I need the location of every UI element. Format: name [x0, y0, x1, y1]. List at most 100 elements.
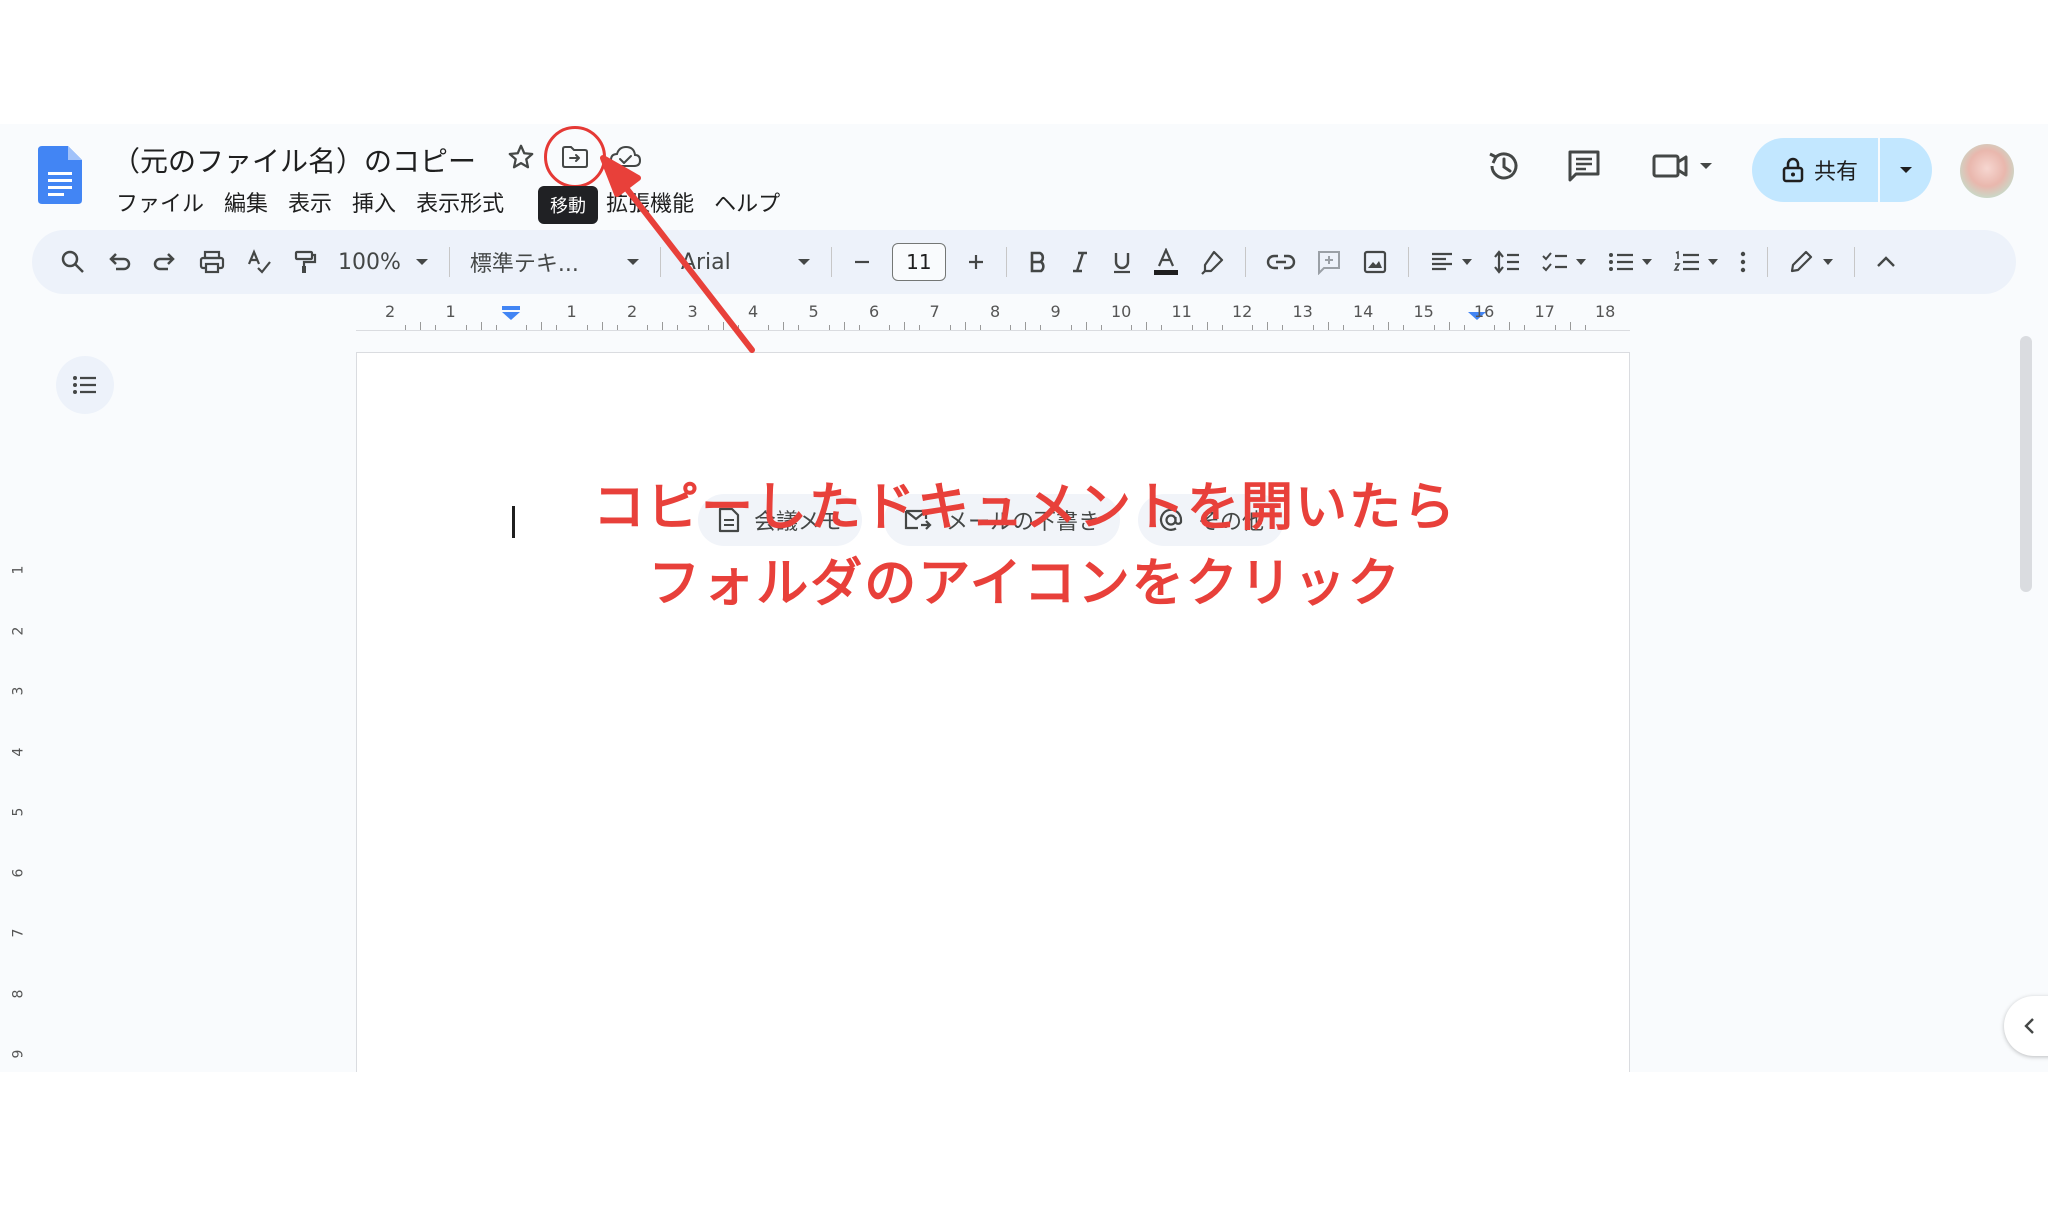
highlighter-icon — [1201, 250, 1224, 275]
line-spacing-button[interactable] — [1493, 249, 1521, 275]
ruler-tick — [1509, 322, 1511, 330]
ruler-tick — [798, 325, 800, 330]
spellcheck-button[interactable] — [246, 249, 272, 275]
zoom-select[interactable]: 100% — [338, 250, 429, 275]
chevron-down-icon — [1822, 259, 1833, 265]
document-title[interactable]: （元のファイル名）のコピー — [112, 140, 476, 180]
chevron-down-icon — [1461, 259, 1472, 265]
ruler-number: 7 — [929, 302, 940, 321]
ruler-tick — [904, 322, 906, 330]
toolbar-divider — [1407, 247, 1409, 277]
italic-button[interactable] — [1069, 250, 1091, 274]
font-size-input[interactable]: 11 — [891, 243, 946, 281]
bold-button[interactable] — [1027, 250, 1049, 274]
ruler-tick — [435, 325, 437, 330]
menu-view[interactable]: 表示 — [278, 182, 342, 222]
ruler-number: 11 — [1171, 302, 1192, 321]
print-button[interactable] — [198, 249, 226, 275]
checklist-select[interactable] — [1541, 250, 1587, 274]
undo-button[interactable] — [106, 249, 132, 275]
meet-icon[interactable] — [1648, 146, 1718, 186]
minus-icon — [854, 260, 869, 264]
search-menus-button[interactable] — [60, 249, 86, 275]
menu-edit[interactable]: 編集 — [214, 182, 278, 222]
insert-image-button[interactable] — [1362, 249, 1388, 275]
vertical-ruler-number: 9 — [10, 1049, 27, 1059]
chevron-down-icon — [1641, 259, 1652, 265]
share-button[interactable]: 共有 — [1752, 138, 1932, 202]
ruler-tick — [1433, 325, 1435, 330]
side-panel-toggle[interactable] — [2004, 996, 2048, 1056]
document-outline-button[interactable] — [56, 356, 114, 414]
ruler-tick — [964, 322, 966, 330]
share-main[interactable]: 共有 — [1752, 138, 1878, 202]
underline-icon — [1113, 253, 1130, 274]
star-icon[interactable] — [506, 142, 536, 172]
first-line-indent-marker[interactable] — [502, 306, 520, 320]
move-folder-button[interactable] — [544, 126, 606, 188]
ruler-tick — [1206, 322, 1208, 330]
vertical-scrollbar[interactable] — [2020, 336, 2032, 592]
highlight-color-button[interactable] — [1199, 249, 1225, 275]
paragraph-style-value: 標準テキ... — [469, 252, 579, 277]
spellcheck-icon — [247, 249, 271, 274]
docs-window: （元のファイル名）のコピー 移動 ファイル 編集 表示 挿入 表示形式 拡張機能… — [0, 124, 2048, 1072]
insert-comment-button[interactable] — [1316, 249, 1342, 275]
paint-format-button[interactable] — [292, 249, 318, 275]
ruler-number: 12 — [1232, 302, 1253, 321]
document-page[interactable] — [356, 352, 1630, 1072]
paragraph-style-select[interactable]: 標準テキ... — [470, 246, 640, 278]
ruler-tick — [1524, 325, 1526, 330]
ruler-number: 3 — [687, 302, 698, 321]
ruler-tick — [1554, 325, 1556, 330]
numbered-list-icon — [1673, 250, 1699, 271]
align-select[interactable] — [1429, 250, 1473, 274]
toolbar-divider — [1766, 247, 1768, 277]
comment-icon[interactable] — [1564, 146, 1604, 186]
hide-menus-button[interactable] — [1875, 255, 1897, 269]
ruler-tick — [1327, 322, 1329, 330]
menu-extensions[interactable]: 拡張機能 — [596, 182, 704, 222]
font-select[interactable]: Arial — [681, 250, 811, 275]
share-label: 共有 — [1814, 160, 1859, 185]
version-history-icon[interactable] — [1484, 146, 1524, 186]
avatar[interactable] — [1960, 144, 2014, 198]
insert-link-button[interactable] — [1266, 252, 1296, 272]
cloud-status-icon[interactable] — [608, 142, 642, 172]
increase-font-size-button[interactable] — [966, 252, 986, 272]
ruler-tick — [465, 325, 467, 330]
bulleted-list-icon — [1608, 253, 1633, 271]
redo-button[interactable] — [152, 249, 178, 275]
ruler-tick — [1267, 322, 1269, 330]
ruler-number: 14 — [1353, 302, 1374, 321]
ruler-tick — [1100, 325, 1102, 330]
menu-insert[interactable]: 挿入 — [342, 182, 406, 222]
editing-mode-select[interactable] — [1788, 249, 1834, 275]
ruler-tick — [1040, 325, 1042, 330]
horizontal-ruler[interactable]: 2 1 1 2 3 4 5 6 7 8 9 10 11 12 13 14 15 16 17 18 — [356, 300, 1630, 331]
share-dropdown[interactable] — [1880, 138, 1932, 202]
ruler-tick — [783, 322, 785, 330]
more-options-button[interactable] — [1739, 250, 1747, 274]
numbered-list-select[interactable] — [1673, 250, 1719, 274]
menu-format[interactable]: 表示形式 — [406, 182, 514, 222]
underline-button[interactable] — [1111, 250, 1133, 274]
docs-logo-icon[interactable] — [38, 146, 82, 204]
ruler-tick — [556, 325, 558, 330]
ruler-number: 4 — [748, 302, 759, 321]
ruler-tick — [647, 325, 649, 330]
ruler-tick — [1463, 325, 1465, 330]
ruler-number: 8 — [990, 302, 1001, 321]
chevron-down-icon — [1900, 167, 1912, 173]
menu-help[interactable]: ヘルプ — [704, 182, 790, 222]
ruler-tick — [420, 322, 422, 330]
vertical-ruler-number: 8 — [10, 989, 27, 998]
link-icon — [1266, 254, 1296, 270]
menu-file[interactable]: ファイル — [106, 182, 214, 222]
text-color-button[interactable] — [1153, 248, 1179, 276]
decrease-font-size-button[interactable] — [852, 252, 872, 272]
bulleted-list-select[interactable] — [1607, 250, 1653, 274]
ruler-tick — [1569, 322, 1571, 330]
ruler-tick — [949, 325, 951, 330]
vertical-ruler[interactable]: 1 2 3 4 5 6 7 8 9 — [10, 504, 34, 1072]
